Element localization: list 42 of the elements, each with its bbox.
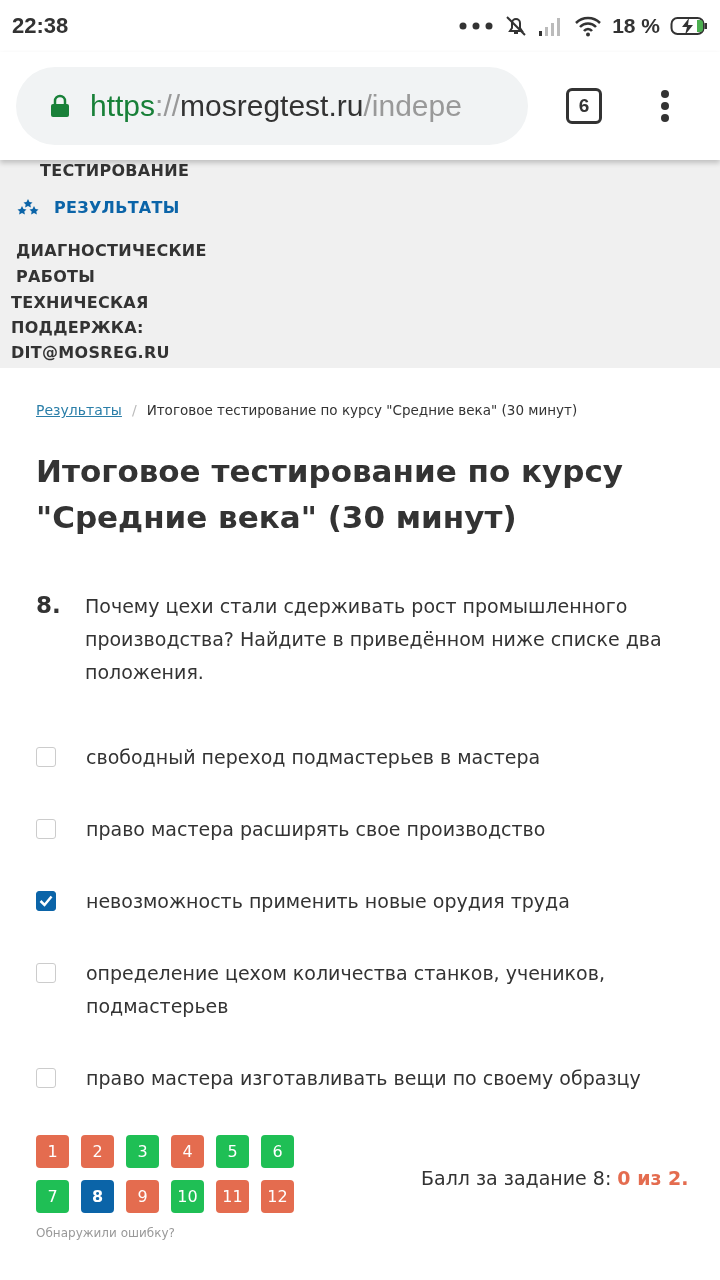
question-number: 8. bbox=[36, 592, 62, 620]
wifi-icon bbox=[574, 15, 603, 37]
option-label[interactable]: свободный переход подмастерьев в мастера bbox=[86, 741, 541, 774]
clock-time: 22:38 bbox=[12, 13, 69, 39]
option-label[interactable]: невозможность применить новые орудия труда bbox=[86, 885, 570, 918]
question-nav-button[interactable]: 12 bbox=[261, 1180, 294, 1213]
checkbox[interactable] bbox=[36, 891, 56, 911]
overflow-menu-icon bbox=[660, 89, 670, 123]
option-label[interactable]: право мастера расширять свое производство bbox=[86, 813, 546, 846]
url-text: https://mosregtest.ru/indepe bbox=[90, 89, 462, 123]
question-nav-button[interactable]: 1 bbox=[36, 1135, 69, 1168]
question-nav-button[interactable]: 9 bbox=[126, 1180, 159, 1213]
option-label[interactable]: определение цехом количества станков, учеников, подмастерьев bbox=[86, 957, 684, 1023]
question-nav-button[interactable]: 4 bbox=[171, 1135, 204, 1168]
battery-charging-icon bbox=[670, 15, 708, 37]
question-nav-button[interactable]: 7 bbox=[36, 1180, 69, 1213]
menu-item[interactable]: РЕЗУЛЬТАТЫ bbox=[54, 197, 180, 217]
address-bar[interactable]: https://mosregtest.ru/indepe bbox=[16, 67, 528, 145]
question-nav-button[interactable]: 10 bbox=[171, 1180, 204, 1213]
report-error-link[interactable]: Обнаружили ошибку? bbox=[36, 1226, 297, 1240]
menu-item[interactable]: ТЕХНИЧЕСКАЯ ПОДДЕРЖКА: DIT@MOSREG.RU bbox=[11, 290, 170, 365]
stars-icon bbox=[16, 198, 40, 216]
lock-icon bbox=[50, 94, 70, 118]
breadcrumb-separator: / bbox=[131, 402, 137, 418]
menu-item[interactable]: ДИАГНОСТИЧЕСКИЕ РАБОТЫ bbox=[16, 238, 207, 290]
page-title: Итоговое тестирование по курсу "Средние века" (30 минут) bbox=[36, 452, 624, 537]
more-dots-icon bbox=[458, 21, 495, 31]
menu-item[interactable]: ТЕСТИРОВАНИЕ bbox=[40, 161, 190, 181]
question-nav-button[interactable]: 2 bbox=[81, 1135, 114, 1168]
battery-percent: 18 % bbox=[612, 14, 660, 38]
question-nav-button[interactable]: 5 bbox=[216, 1135, 249, 1168]
option-label[interactable]: право мастера изготавливать вещи по своему образцу bbox=[86, 1062, 641, 1095]
question-nav-button[interactable]: 6 bbox=[261, 1135, 294, 1168]
tab-count-button[interactable]: 6 bbox=[566, 88, 602, 124]
score-value: 0 из 2. bbox=[617, 1167, 689, 1189]
score-label: Балл за задание 8: bbox=[421, 1167, 612, 1189]
breadcrumb-link[interactable]: Результаты bbox=[36, 402, 122, 418]
question-text: Почему цехи стали сдерживать рост промышленного производства? Найдите в приведённом ниже списке два положения. bbox=[85, 594, 663, 685]
question-nav-button[interactable]: 11 bbox=[216, 1180, 249, 1213]
question-nav-button[interactable]: 8 bbox=[81, 1180, 114, 1213]
question-nav-button[interactable]: 3 bbox=[126, 1135, 159, 1168]
breadcrumb-current: Итоговое тестирование по курсу "Средние века" (30 минут) bbox=[146, 402, 578, 418]
